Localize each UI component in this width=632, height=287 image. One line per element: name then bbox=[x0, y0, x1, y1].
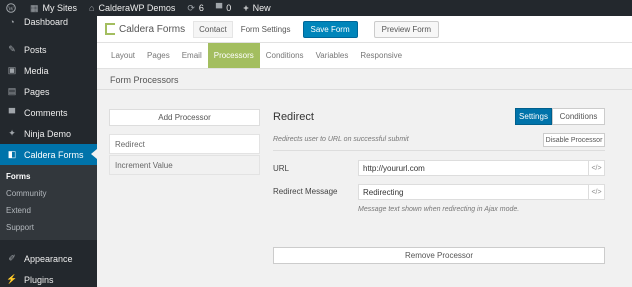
sidebar-item-label: Media bbox=[24, 65, 49, 76]
url-label: URL bbox=[273, 164, 290, 173]
caldera-icon: ◧ bbox=[7, 149, 17, 159]
site-name-menu[interactable]: ⌂ CalderaWP Demos bbox=[83, 0, 181, 16]
processor-title: Redirect bbox=[273, 111, 314, 123]
tab-layout[interactable]: Layout bbox=[105, 43, 141, 68]
url-field[interactable]: http://yoururl.com </> bbox=[358, 160, 605, 176]
caldera-logo: Caldera Forms bbox=[105, 23, 185, 35]
sidebar-item-caldera-forms[interactable]: ◧ Caldera Forms bbox=[0, 144, 97, 165]
sidebar-item-label: Caldera Forms bbox=[24, 149, 84, 160]
admin-sidebar: ◔ Dashboard ✎ Posts ▣ Media ▤ Pages ▀ Co… bbox=[0, 16, 97, 287]
caldera-logo-icon bbox=[105, 23, 115, 35]
sidebar-item-ninja-demo[interactable]: ✦ Ninja Demo bbox=[0, 123, 97, 144]
sidebar-item-label: Appearance bbox=[24, 253, 73, 264]
updates-count: 6 bbox=[198, 3, 204, 13]
redirect-message-help: Message text shown when redirecting in A… bbox=[358, 206, 520, 213]
my-sites-icon: ▦ bbox=[30, 2, 39, 13]
sidebar-item-label: Plugins bbox=[24, 274, 54, 285]
preview-form-button[interactable]: Preview Form bbox=[373, 20, 439, 38]
submenu-item-support[interactable]: Support bbox=[0, 219, 97, 236]
ninja-icon: ✦ bbox=[8, 128, 16, 138]
submenu-item-forms[interactable]: Forms bbox=[0, 168, 97, 185]
sidebar-item-label: Posts bbox=[24, 44, 47, 55]
settings-toggle-button[interactable]: Settings bbox=[515, 108, 552, 125]
sidebar-item-appearance[interactable]: ✐ Appearance bbox=[0, 248, 97, 269]
sidebar-item-comments[interactable]: ▀ Comments bbox=[0, 102, 97, 123]
brand-name: Caldera Forms bbox=[119, 23, 186, 35]
tab-variables[interactable]: Variables bbox=[310, 43, 355, 68]
updates-icon: ⟳ bbox=[187, 2, 195, 13]
sidebar-item-label: Pages bbox=[24, 86, 50, 97]
pages-icon: ▤ bbox=[7, 86, 17, 96]
media-icon: ▣ bbox=[7, 65, 17, 75]
tab-pages[interactable]: Pages bbox=[141, 43, 176, 68]
new-content-menu[interactable]: + New bbox=[237, 0, 276, 16]
comments-menu[interactable]: ▀ 0 bbox=[210, 0, 237, 16]
save-form-button[interactable]: Save Form bbox=[302, 20, 358, 38]
sidebar-item-plugins[interactable]: ⚡ Plugins bbox=[0, 269, 97, 287]
add-processor-button[interactable]: Add Processor bbox=[109, 109, 260, 126]
submenu-item-community[interactable]: Community bbox=[0, 185, 97, 202]
sidebar-item-label: Comments bbox=[24, 107, 68, 118]
tab-email[interactable]: Email bbox=[176, 43, 208, 68]
comment-bubble-icon: ▀ bbox=[215, 3, 223, 13]
comments-count: 0 bbox=[226, 3, 232, 13]
tab-conditions[interactable]: Conditions bbox=[260, 43, 310, 68]
submenu-item-extend[interactable]: Extend bbox=[0, 202, 97, 219]
divider bbox=[273, 150, 605, 151]
my-sites-label: My Sites bbox=[42, 3, 78, 13]
home-icon: ⌂ bbox=[89, 3, 95, 13]
redirect-message-value: Redirecting bbox=[363, 187, 404, 197]
caldera-submenu: Forms Community Extend Support bbox=[0, 165, 97, 240]
sidebar-item-label: Ninja Demo bbox=[24, 128, 72, 139]
disable-processor-button[interactable]: Disable Processor bbox=[543, 133, 605, 147]
tab-processors[interactable]: Processors bbox=[207, 43, 260, 68]
pin-icon: ✎ bbox=[8, 44, 16, 54]
processor-item-increment-value[interactable]: Increment Value bbox=[109, 155, 260, 175]
plugins-icon: ⚡ bbox=[6, 274, 18, 284]
plus-icon: + bbox=[243, 3, 249, 13]
section-title: Form Processors bbox=[97, 70, 632, 90]
form-name-tab[interactable]: Contact bbox=[193, 20, 233, 38]
sidebar-item-media[interactable]: ▣ Media bbox=[0, 60, 97, 81]
remove-processor-button[interactable]: Remove Processor bbox=[273, 247, 605, 264]
form-settings-link[interactable]: Form Settings bbox=[241, 25, 291, 34]
sidebar-item-posts[interactable]: ✎ Posts bbox=[0, 39, 97, 60]
sidebar-item-dashboard[interactable]: ◔ Dashboard bbox=[0, 13, 97, 31]
dashboard-icon: ◔ bbox=[9, 17, 15, 27]
url-field-value: http://yoururl.com bbox=[363, 163, 425, 173]
sidebar-item-label: Dashboard bbox=[24, 17, 69, 27]
appearance-icon: ✐ bbox=[8, 253, 16, 263]
magic-tag-icon[interactable]: </> bbox=[588, 185, 604, 199]
conditions-toggle-button[interactable]: Conditions bbox=[552, 108, 605, 125]
editor-nav-tabs: Layout Pages Email Processors Conditions… bbox=[97, 43, 632, 69]
updates-menu[interactable]: ⟳ 6 bbox=[181, 0, 210, 16]
processor-item-redirect[interactable]: Redirect bbox=[109, 134, 260, 154]
site-name-label: CalderaWP Demos bbox=[98, 3, 176, 13]
sidebar-item-pages[interactable]: ▤ Pages bbox=[0, 81, 97, 102]
new-content-label: New bbox=[252, 3, 271, 13]
caldera-header: Caldera Forms Contact Form Settings Save… bbox=[97, 16, 632, 43]
magic-tag-icon[interactable]: </> bbox=[588, 161, 604, 175]
comments-icon: ▀ bbox=[8, 107, 16, 118]
tab-responsive[interactable]: Responsive bbox=[354, 43, 408, 68]
svg-text:W: W bbox=[8, 6, 14, 12]
redirect-message-field[interactable]: Redirecting </> bbox=[358, 184, 605, 200]
processor-description: Redirects user to URL on successful subm… bbox=[273, 136, 409, 143]
redirect-message-label: Redirect Message bbox=[273, 187, 338, 196]
